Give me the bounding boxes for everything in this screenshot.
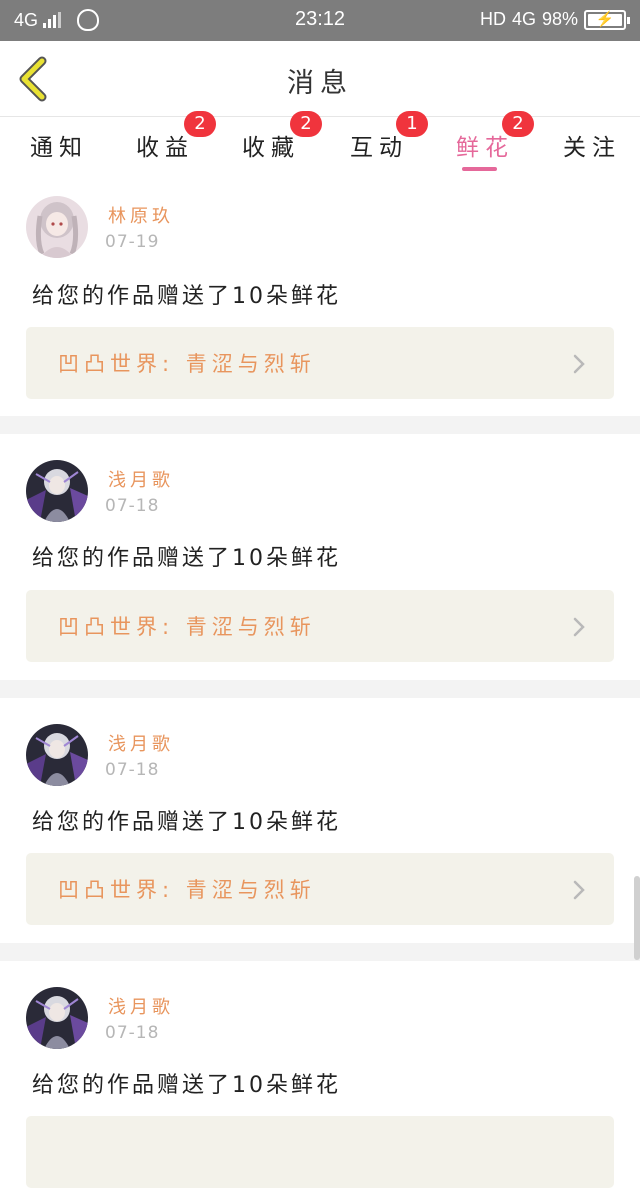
avatar-image bbox=[26, 460, 88, 522]
work-link[interactable]: 凹凸世界: 青涩与烈斩 bbox=[26, 327, 614, 399]
username[interactable]: 林原玖 bbox=[108, 202, 174, 228]
message-card: 浅月歌 07-18 给您的作品赠送了10朵鲜花 凹凸世界: 青涩与烈斩 bbox=[0, 434, 640, 680]
tab-flowers-badge: 2 bbox=[502, 111, 534, 137]
battery-icon: ⚡ bbox=[584, 9, 630, 30]
username[interactable]: 浅月歌 bbox=[108, 730, 174, 756]
tab-favorites[interactable]: 收藏 bbox=[242, 128, 300, 162]
tab-bar: 通知 收益 2 收藏 2 互动 1 鲜花 2 关注 bbox=[0, 111, 640, 174]
tab-notifications[interactable]: 通知 bbox=[30, 128, 88, 162]
username[interactable]: 浅月歌 bbox=[108, 466, 174, 492]
divider bbox=[0, 943, 640, 961]
avatar[interactable] bbox=[26, 724, 88, 786]
tab-following[interactable]: 关注 bbox=[563, 128, 621, 162]
avatar[interactable] bbox=[26, 987, 88, 1049]
avatar-image bbox=[26, 196, 88, 258]
message-card: 林原玖 07-19 给您的作品赠送了10朵鲜花 凹凸世界: 青涩与烈斩 bbox=[0, 174, 640, 416]
avatar-image bbox=[26, 724, 88, 786]
message-date: 07-18 bbox=[105, 760, 160, 780]
tab-favorites-badge: 2 bbox=[290, 111, 322, 137]
chevron-right-icon bbox=[573, 617, 585, 637]
avatar[interactable] bbox=[26, 460, 88, 522]
tab-earnings[interactable]: 收益 bbox=[136, 128, 194, 162]
active-tab-indicator bbox=[462, 167, 497, 171]
message-card: 浅月歌 07-18 给您的作品赠送了10朵鲜花 bbox=[0, 961, 640, 1188]
work-title: 凹凸世界: 青涩与烈斩 bbox=[58, 615, 316, 639]
avatar[interactable] bbox=[26, 196, 88, 258]
username[interactable]: 浅月歌 bbox=[108, 993, 174, 1019]
work-title: 凹凸世界: 青涩与烈斩 bbox=[58, 878, 316, 902]
battery-percent: 98% bbox=[541, 9, 578, 29]
message-date: 07-18 bbox=[105, 496, 160, 516]
page-title: 消息 bbox=[287, 68, 353, 99]
tab-interactions-badge: 1 bbox=[396, 111, 428, 137]
scrollbar[interactable] bbox=[634, 876, 640, 960]
message-text: 给您的作品赠送了10朵鲜花 bbox=[32, 284, 341, 309]
message-text: 给您的作品赠送了10朵鲜花 bbox=[32, 810, 341, 835]
message-card: 浅月歌 07-18 给您的作品赠送了10朵鲜花 凹凸世界: 青涩与烈斩 bbox=[0, 698, 640, 943]
work-title: 凹凸世界: 青涩与烈斩 bbox=[58, 352, 316, 376]
divider bbox=[0, 680, 640, 698]
avatar-image bbox=[26, 987, 88, 1049]
work-link[interactable]: 凹凸世界: 青涩与烈斩 bbox=[26, 853, 614, 925]
chevron-right-icon bbox=[573, 354, 585, 374]
work-link[interactable]: 凹凸世界: 青涩与烈斩 bbox=[26, 590, 614, 662]
chevron-right-icon bbox=[573, 880, 585, 900]
network-label-right: 4G bbox=[511, 9, 536, 29]
work-link[interactable] bbox=[26, 1116, 614, 1188]
status-right: HD 4G 98% ⚡ bbox=[474, 9, 630, 30]
tab-earnings-badge: 2 bbox=[184, 111, 216, 137]
message-text: 给您的作品赠送了10朵鲜花 bbox=[32, 546, 341, 571]
header: 消息 bbox=[0, 41, 640, 117]
message-date: 07-19 bbox=[105, 232, 160, 252]
divider bbox=[0, 416, 640, 434]
status-bar: 4G 23:12 HD 4G 98% ⚡ bbox=[0, 0, 640, 41]
hd-label: HD bbox=[479, 9, 506, 29]
message-date: 07-18 bbox=[105, 1023, 160, 1043]
message-text: 给您的作品赠送了10朵鲜花 bbox=[32, 1073, 341, 1098]
